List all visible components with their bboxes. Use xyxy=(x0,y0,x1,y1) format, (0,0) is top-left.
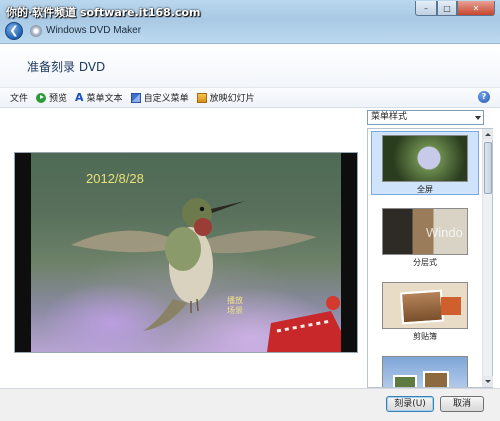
page-title: 准备刻录 DVD xyxy=(27,60,106,74)
letterbox-left xyxy=(15,153,31,352)
window-controls: – □ ✕ xyxy=(415,1,495,16)
cancel-button[interactable]: 取消 xyxy=(440,396,484,412)
play-scenes-overlay[interactable]: 播放 场景 xyxy=(227,296,243,316)
menu-style-list: 全屏 分层式 剪贴簿 xyxy=(367,128,493,388)
preview-pane: 2012/8/28 播放 场景 xyxy=(0,109,366,388)
scroll-down-icon[interactable] xyxy=(483,376,493,387)
text-icon: A xyxy=(75,90,84,104)
preview-image: 2012/8/28 播放 场景 xyxy=(31,153,341,352)
menu-text-label: 菜单文本 xyxy=(86,94,123,104)
customize-menu-button[interactable]: 自定义菜单 xyxy=(130,90,189,106)
style-item-fullscreen[interactable]: 全屏 xyxy=(371,131,479,195)
style-list-scrollbar[interactable] xyxy=(482,129,493,387)
title-bar: 你的·软件频道 software.it168.com ❮ Windows DVD… xyxy=(0,0,500,44)
scroll-up-icon[interactable] xyxy=(483,129,493,140)
help-icon[interactable]: ? xyxy=(478,91,490,103)
maximize-button[interactable]: □ xyxy=(437,1,457,16)
style-item-layered[interactable]: 分层式 xyxy=(371,205,479,269)
scrollbar-thumb[interactable] xyxy=(484,142,492,194)
menu-style-dropdown[interactable]: 菜单样式 xyxy=(367,110,484,125)
style-item-photos[interactable] xyxy=(371,353,479,387)
heading-band: 准备刻录 DVD xyxy=(0,44,500,88)
letterbox-right xyxy=(341,153,357,352)
back-arrow-icon: ❮ xyxy=(9,24,19,37)
style-item-label: 剪贴簿 xyxy=(413,332,437,341)
back-button[interactable]: ❮ xyxy=(5,22,23,40)
slideshow-icon xyxy=(196,92,207,103)
style-item-scrapbook[interactable]: 剪贴簿 xyxy=(371,279,479,343)
watermark-text: 你的·软件频道 software.it168.com xyxy=(6,6,201,19)
minimize-button[interactable]: – xyxy=(415,1,437,16)
style-thumbnail xyxy=(382,282,468,329)
style-item-label: 分层式 xyxy=(413,258,437,267)
chevron-down-icon xyxy=(475,116,481,120)
play-label: 播放 xyxy=(227,296,243,305)
preview-label: 预览 xyxy=(49,94,68,104)
style-thumbnail xyxy=(382,208,468,255)
footer-bar: 刻录(U) 取消 xyxy=(0,388,500,421)
menu-style-value: 菜单样式 xyxy=(371,112,408,122)
style-thumbnail xyxy=(382,135,468,182)
burn-button[interactable]: 刻录(U) xyxy=(386,396,434,412)
date-overlay: 2012/8/28 xyxy=(86,171,144,186)
video-preview[interactable]: 2012/8/28 播放 场景 xyxy=(14,152,358,353)
close-button[interactable]: ✕ xyxy=(457,1,495,16)
toolbar: 文件 预览 A 菜单文本 自定义菜单 放映幻灯片 ? xyxy=(0,88,500,108)
style-item-label: 全屏 xyxy=(417,185,433,194)
dvd-icon xyxy=(30,25,42,37)
customize-icon xyxy=(130,92,141,103)
slideshow-label: 放映幻灯片 xyxy=(209,94,255,104)
scenes-label: 场景 xyxy=(227,306,243,315)
window-title: Windows DVD Maker xyxy=(46,25,142,36)
menu-text-button[interactable]: A 菜单文本 xyxy=(75,90,123,106)
file-menu-label: 文件 xyxy=(10,94,29,104)
play-icon xyxy=(36,92,47,103)
customize-menu-label: 自定义菜单 xyxy=(143,94,189,104)
file-menu[interactable]: 文件 xyxy=(10,90,28,106)
slideshow-button[interactable]: 放映幻灯片 xyxy=(196,90,255,106)
hummingbird-illustration xyxy=(71,198,341,352)
preview-button[interactable]: 预览 xyxy=(36,90,67,106)
style-thumbnail xyxy=(382,356,468,387)
